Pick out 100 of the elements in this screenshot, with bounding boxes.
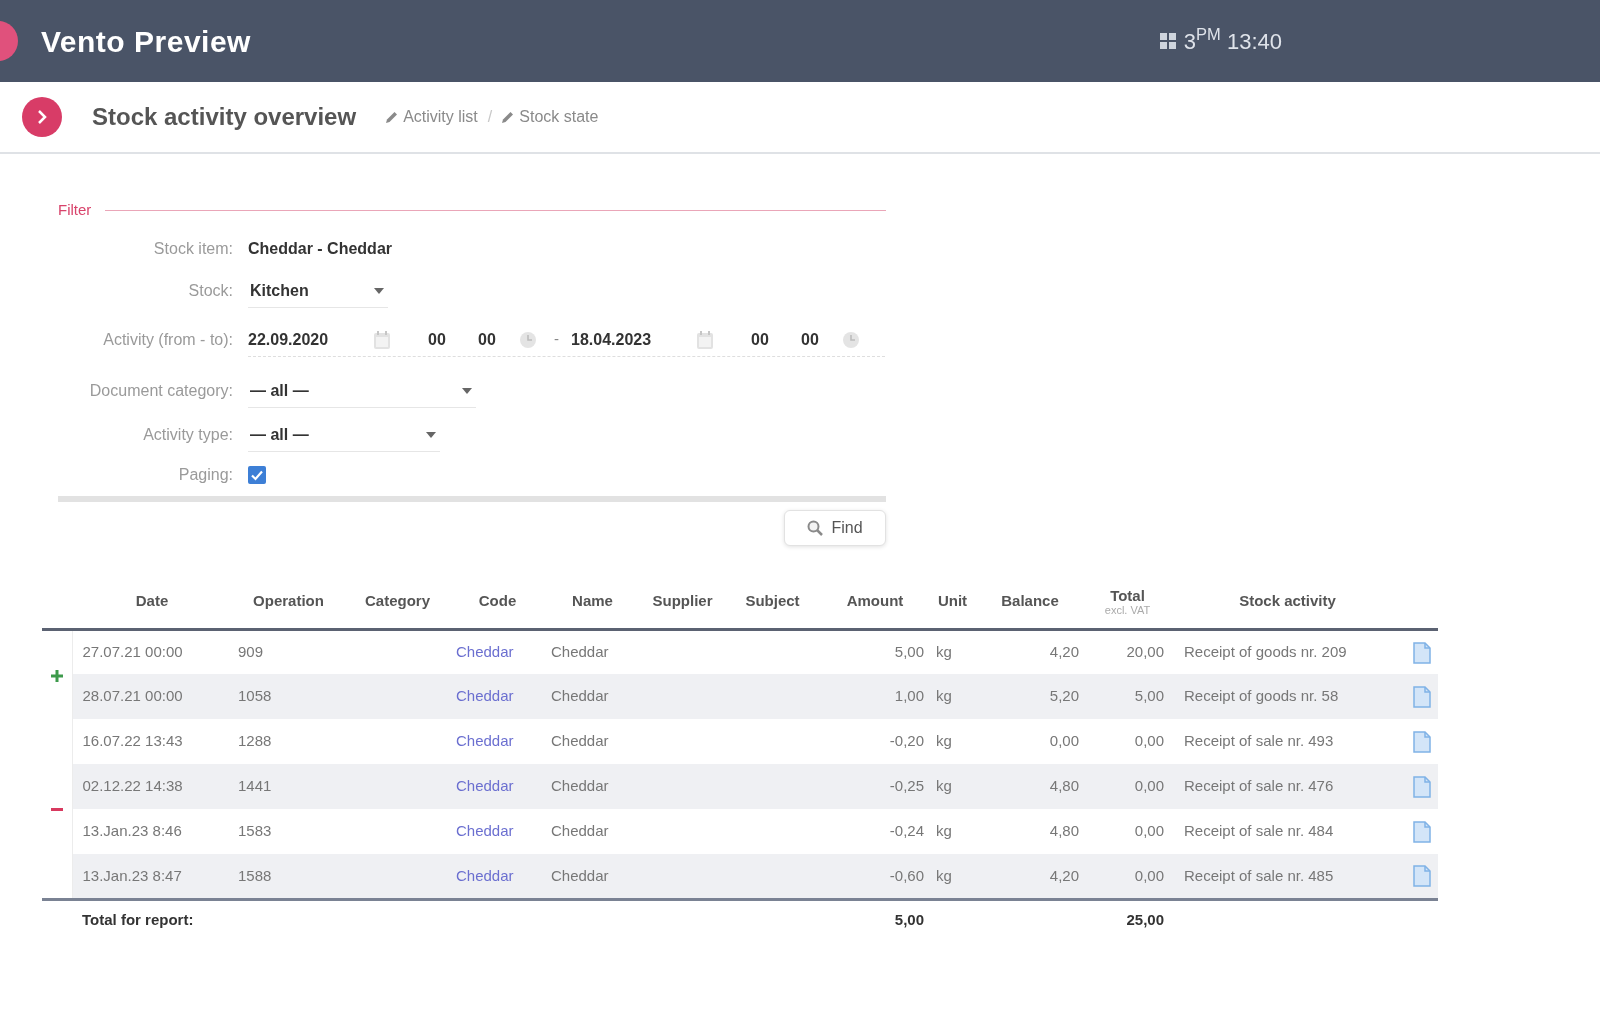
table-cell: 5,00 [1085,674,1170,719]
table-cell: kg [930,674,975,719]
code-link[interactable]: Cheddar [456,822,514,840]
code-link[interactable]: Cheddar [456,732,514,750]
caret-icon [374,287,384,294]
logo-icon[interactable] [0,21,18,61]
table-cell: 5,00 [820,629,930,674]
date-field[interactable]: 18.04.2023 [571,327,683,352]
table-cell: Receipt of sale nr. 493 [1170,719,1405,764]
column-header: Amount [820,575,930,629]
find-button[interactable]: Find [784,510,886,546]
column-header: Stock activity [1170,575,1405,629]
caret-icon [462,387,472,394]
table-cell: Cheddar [545,719,640,764]
total-cell: 25,00 [1085,899,1170,939]
table-cell: Cheddar [545,854,640,899]
table-cell: kg [930,764,975,809]
table-cell: 13.Jan.23 8:47 [72,854,232,899]
column-header: Name [545,575,640,629]
field-label: Activity type: [142,425,233,445]
total-label: Total for report: [72,899,232,939]
table-cell: 1583 [232,809,345,854]
table-cell: Receipt of sale nr. 485 [1170,854,1405,899]
total-cell: 5,00 [820,899,930,939]
table-cell: 0,00 [1085,764,1170,809]
app-title: Vento Preview [41,23,251,60]
document-icon[interactable] [1412,776,1431,798]
chevron-icon[interactable] [22,97,62,137]
table-cell: Receipt of sale nr. 484 [1170,809,1405,854]
column-header: Supplier [640,575,725,629]
table-cell: 0,00 [1085,719,1170,764]
table-cell: Receipt of goods nr. 209 [1170,629,1405,674]
column-subheader: excl. VAT [1103,603,1152,616]
plus-icon [50,669,63,682]
grid-icon [1159,33,1176,49]
stock-select[interactable]: Kitchen [248,274,388,308]
table-cell: 4,80 [975,764,1085,809]
caret-icon [426,431,436,438]
table-cell: 16.07.22 13:43 [72,719,232,764]
checkbox[interactable] [248,466,266,484]
table-cell: 1288 [232,719,345,764]
document-category-select[interactable]: — all — [248,374,476,408]
field-label: Paging: [177,465,233,485]
table-cell: 13.Jan.23 8:46 [72,809,232,854]
clock-text: 3$^{PM}$ 13:40 [1183,24,1282,56]
range-separator: - [554,329,559,350]
column-header: Date [72,575,232,629]
table-cell: 4,20 [975,854,1085,899]
table-cell: kg [930,809,975,854]
document-icon[interactable] [1412,865,1431,888]
pencil-icon [502,111,515,123]
document-icon[interactable] [1412,731,1431,753]
field-label: Stock: [187,281,233,301]
clock-icon[interactable] [520,331,536,348]
table-cell: 909 [232,629,345,674]
search-icon [807,520,824,536]
column-header: Category [345,575,450,629]
table-cell: 4,80 [975,809,1085,854]
table-cell: 20,00 [1085,629,1170,674]
activity-type-select[interactable]: — all — [248,418,440,452]
pencil-icon [386,111,399,123]
column-header: Unit [930,575,975,629]
table-cell: kg [930,719,975,764]
document-icon[interactable] [1412,821,1431,843]
column-header: Operation [232,575,345,629]
minute-field[interactable]: 00 [478,327,502,352]
calendar-icon[interactable] [697,330,713,349]
clock-icon[interactable] [843,331,859,348]
document-icon[interactable] [1412,686,1431,708]
table-cell: 5,20 [975,674,1085,719]
table-cell: -0,24 [820,809,930,854]
table-cell: 1441 [232,764,345,809]
column-header: Code [450,575,545,629]
table-cell: 02.12.22 14:38 [72,764,232,809]
table-cell: Receipt of goods nr. 58 [1170,674,1405,719]
table-cell: -0,60 [820,854,930,899]
header-link[interactable]: Stock state [502,105,599,129]
calendar-icon[interactable] [374,330,390,349]
header-link[interactable]: Activity list [386,105,478,129]
table-cell: 0,00 [1085,854,1170,899]
table-cell: 1588 [232,854,345,899]
hour-field[interactable]: 00 [428,327,452,352]
table-cell: 4,20 [975,629,1085,674]
column-header: Total [1109,586,1146,604]
field-label: Activity (from - to): [102,330,233,350]
minute-field[interactable]: 00 [801,327,825,352]
table-cell: Cheddar [545,809,640,854]
document-icon[interactable] [1412,641,1431,664]
table-cell: Cheddar [545,764,640,809]
table-cell: kg [930,629,975,674]
column-header: Subject [725,575,820,629]
table-cell: 1058 [232,674,345,719]
table-cell: Receipt of sale nr. 476 [1170,764,1405,809]
table-cell: 28.07.21 00:00 [72,674,232,719]
table-cell: kg [930,854,975,899]
column-header: Balance [975,575,1085,629]
hour-field[interactable]: 00 [751,327,775,352]
breadcrumb-separator: / [487,107,493,127]
code-link[interactable]: Cheddar [456,643,514,660]
date-field[interactable]: 22.09.2020 [248,327,360,352]
